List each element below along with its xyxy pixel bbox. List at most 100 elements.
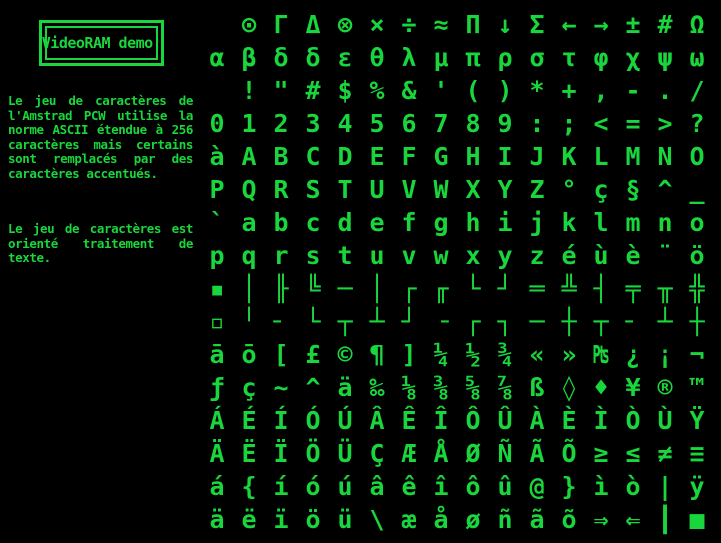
character-cell: ┴ — [657, 307, 673, 336]
character-cell: c — [305, 208, 321, 237]
character-cell: [ — [273, 340, 289, 369]
character-cell: ƒ — [209, 373, 225, 402]
character-cell: j — [529, 208, 545, 237]
character-cell: Ê — [401, 406, 417, 435]
character-cell: ┴ — [369, 307, 385, 336]
character-cell: ¶ — [369, 340, 385, 369]
character-cell: å — [433, 505, 449, 534]
character-cell: s — [305, 241, 321, 270]
character-cell: S — [305, 175, 321, 204]
character-cell: ? — [689, 109, 705, 138]
character-cell: ╴ — [625, 307, 641, 336]
character-cell: Ÿ — [689, 406, 705, 435]
character-cell: ] — [401, 340, 417, 369]
character-cell: > — [657, 109, 673, 138]
character-cell: ε — [337, 43, 353, 72]
character-cell: Ó — [305, 406, 321, 435]
character-cell: 8 — [465, 109, 481, 138]
character-cell: ~ — [273, 373, 289, 402]
character-cell: : — [529, 109, 545, 138]
character-cell: f — [401, 208, 417, 237]
character-cell: Γ — [273, 10, 289, 39]
character-cell: p — [209, 241, 225, 270]
character-cell: . — [657, 76, 673, 105]
character-cell: ï — [273, 505, 289, 534]
character-cell: © — [337, 340, 353, 369]
character-cell: ╟ — [273, 274, 289, 303]
character-cell: ó — [305, 472, 321, 501]
character-cell: σ — [529, 43, 545, 72]
character-cell: l — [593, 208, 609, 237]
character-cell: 1 — [241, 109, 257, 138]
character-cell: G — [433, 142, 449, 171]
character-cell: ╤ — [625, 274, 641, 303]
character-cell: ⅞ — [497, 373, 513, 402]
character-cell: K — [561, 142, 577, 171]
character-cell: í — [273, 472, 289, 501]
character-cell: Ò — [625, 406, 641, 435]
character-cell: ` — [209, 208, 225, 237]
character-cell: E — [369, 142, 385, 171]
character-cell: ¨ — [657, 241, 673, 270]
character-cell: μ — [433, 43, 449, 72]
character-cell: ø — [465, 505, 481, 534]
character-cell: ü — [337, 505, 353, 534]
character-cell: ─ — [529, 307, 545, 336]
character-cell: ≈ — [433, 10, 449, 39]
character-cell: ù — [593, 241, 609, 270]
character-cell: 4 — [337, 109, 353, 138]
character-cell: ( — [465, 76, 481, 105]
character-cell: É — [241, 406, 257, 435]
character-cell: Ã — [529, 439, 545, 468]
character-cell: § — [625, 175, 641, 204]
description-paragraph-1: Le jeu de caractères de l'Amstrad PCW ut… — [8, 93, 193, 181]
character-cell: I — [497, 142, 513, 171]
character-cell: Á — [209, 406, 225, 435]
character-cell: ⊙ — [241, 10, 257, 39]
character-cell: ô — [465, 472, 481, 501]
character-cell: Â — [369, 406, 385, 435]
character-cell: ° — [561, 175, 577, 204]
character-cell: ì — [593, 472, 609, 501]
character-cell: ← — [561, 10, 577, 39]
character-cell: a — [241, 208, 257, 237]
character-cell: ⅝ — [465, 373, 481, 402]
character-cell: î — [433, 472, 449, 501]
character-cell: ┌ — [465, 307, 481, 336]
character-cell: L — [593, 142, 609, 171]
character-cell: ‰ — [369, 373, 385, 402]
character-cell: ! — [241, 76, 257, 105]
character-cell: ® — [657, 373, 673, 402]
character-cell: y — [497, 241, 513, 270]
character-cell: Π — [465, 10, 481, 39]
character-cell: P — [209, 175, 225, 204]
character-cell: C — [305, 142, 321, 171]
character-cell: ç — [593, 175, 609, 204]
character-cell: U — [369, 175, 385, 204]
character-cell: 9 — [497, 109, 513, 138]
character-cell: ┘ — [497, 274, 513, 303]
character-cell: ; — [561, 109, 577, 138]
character-cell: õ — [561, 505, 577, 534]
character-cell: + — [561, 76, 577, 105]
character-cell: β — [241, 43, 257, 72]
character-cell: # — [657, 10, 673, 39]
character-cell: │ — [369, 274, 385, 303]
character-cell: á — [209, 472, 225, 501]
videoram-screen: VideoRAM demo! Le jeu de caractères de l… — [0, 0, 721, 543]
character-cell: ┃ — [657, 505, 673, 534]
character-cell: Ç — [369, 439, 385, 468]
character-cell: ¿ — [625, 340, 641, 369]
character-cell: @ — [529, 472, 545, 501]
character-cell: X — [465, 175, 481, 204]
character-cell: À — [529, 406, 545, 435]
character-cell: = — [625, 109, 641, 138]
character-cell: └ — [305, 307, 321, 336]
character-cell: % — [369, 76, 385, 105]
character-cell: Õ — [561, 439, 577, 468]
character-cell: R — [273, 175, 289, 204]
character-cell: à — [209, 142, 225, 171]
character-cell: H — [465, 142, 481, 171]
character-cell: » — [561, 340, 577, 369]
character-cell: _ — [689, 175, 705, 204]
